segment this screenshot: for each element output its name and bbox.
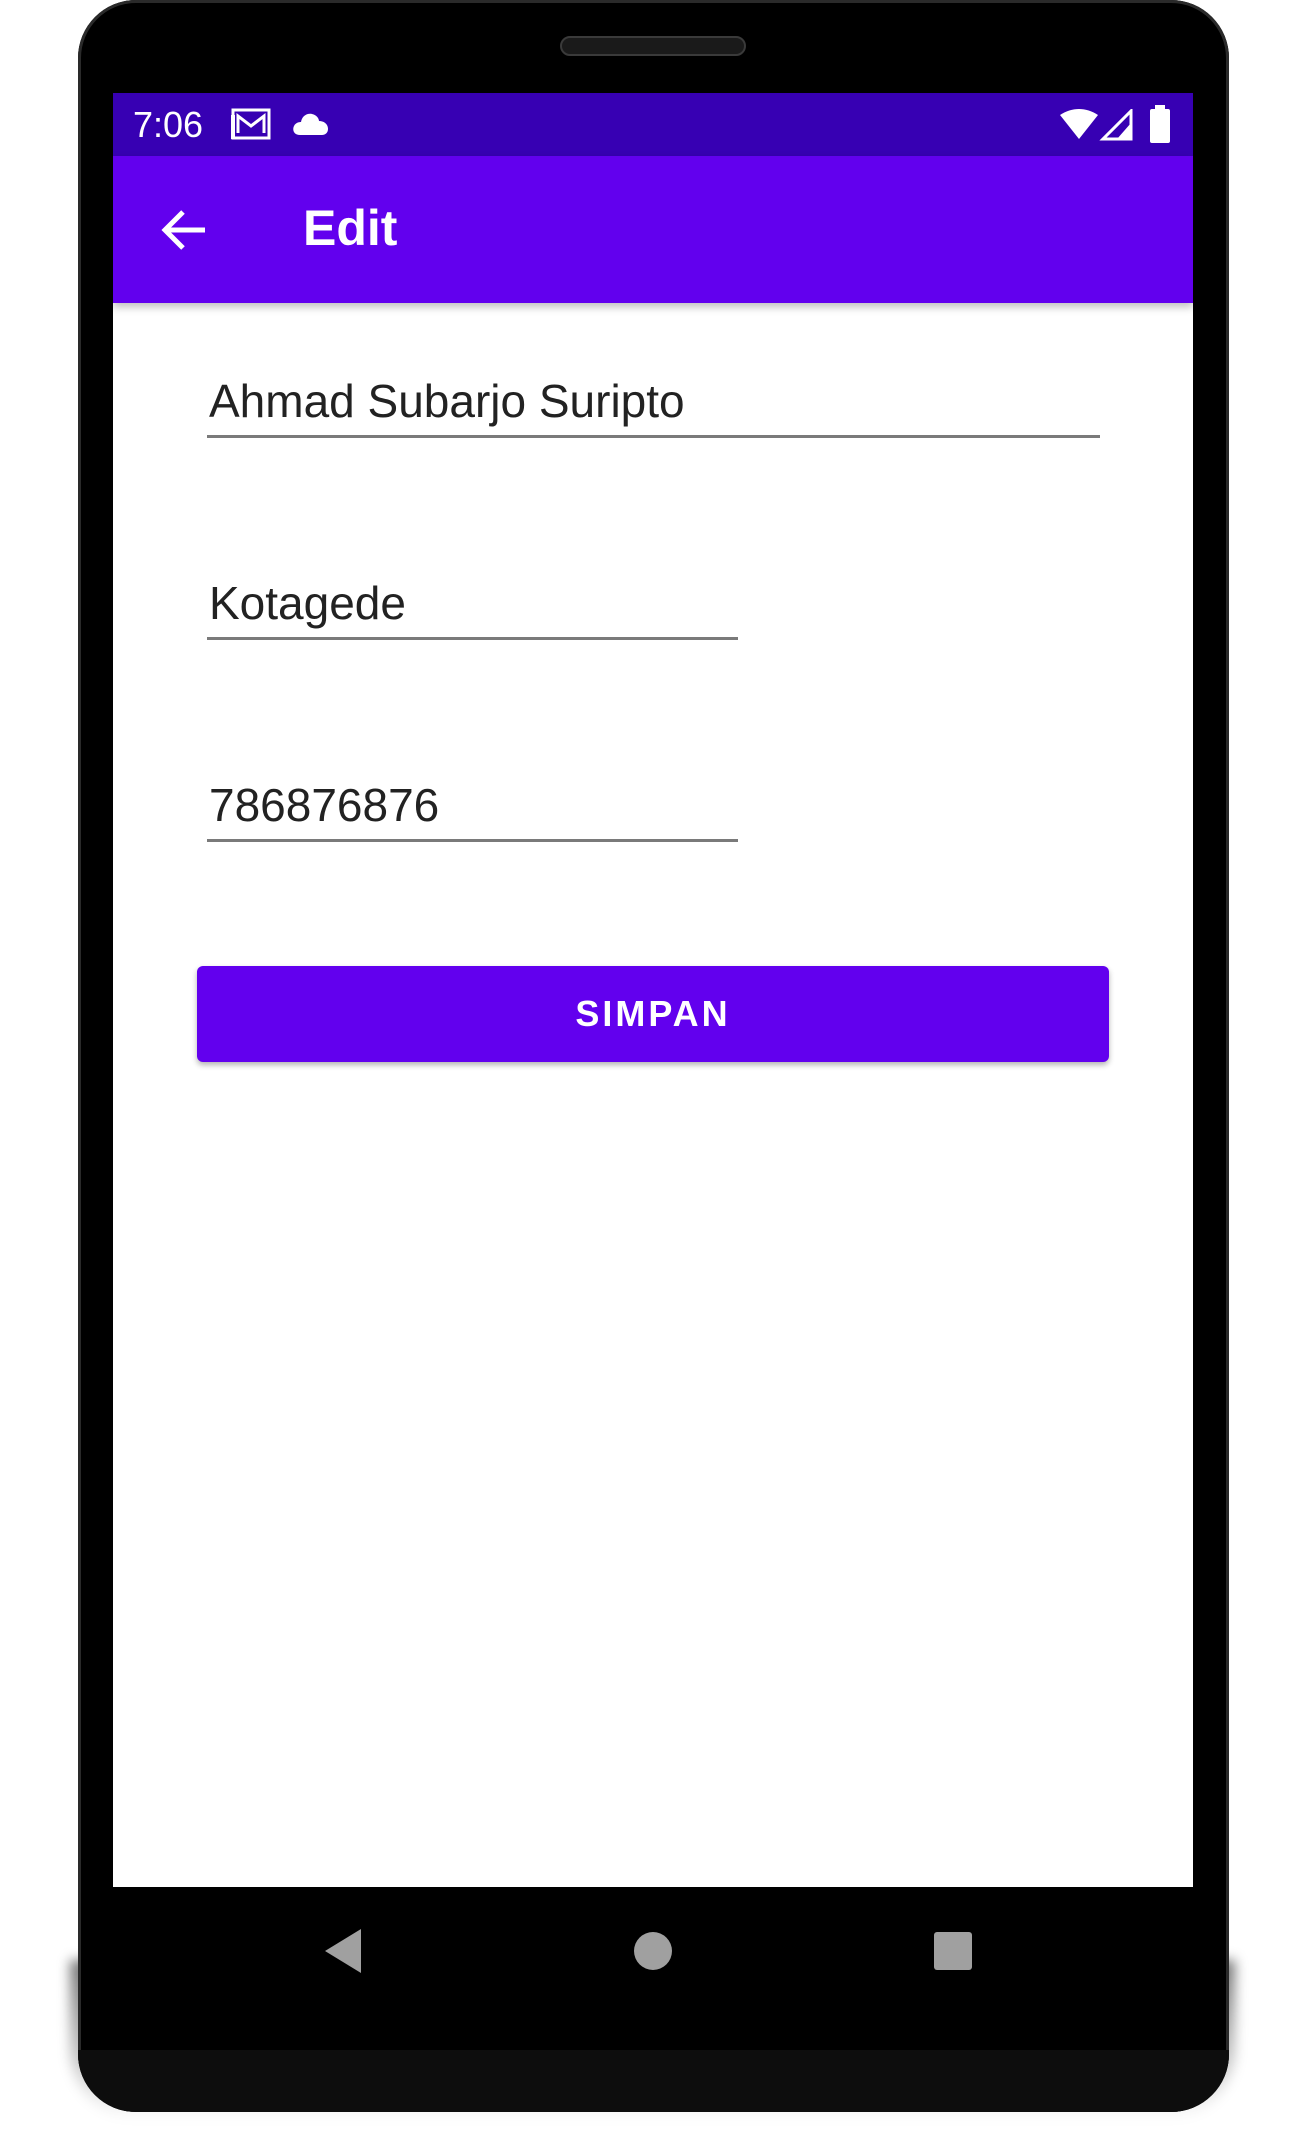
status-time: 7:06 <box>133 104 204 145</box>
status-bar: 7:06 <box>113 93 1193 156</box>
device-frame-stage: 7:06 Edit Ahmad Subarjo Suripto Kotagede… <box>0 0 1305 2130</box>
recents-square-icon[interactable] <box>923 1921 983 1981</box>
wifi-icon <box>1059 109 1099 146</box>
back-triangle-icon[interactable] <box>313 1921 373 1981</box>
gmail-icon <box>231 107 271 146</box>
app-screen: 7:06 Edit Ahmad Subarjo Suripto Kotagede… <box>113 93 1193 1887</box>
page-title: Edit <box>303 200 398 256</box>
app-toolbar: Edit <box>113 156 1193 303</box>
save-button[interactable]: SIMPAN <box>197 966 1109 1062</box>
earpiece-speaker <box>560 36 746 56</box>
home-circle-icon[interactable] <box>623 1921 683 1981</box>
phone-chin <box>78 2050 1229 2112</box>
cloud-icon <box>291 111 329 142</box>
signal-icon <box>1099 107 1133 146</box>
address-field[interactable]: Kotagede <box>207 575 738 640</box>
name-field[interactable]: Ahmad Subarjo Suripto <box>207 373 1100 438</box>
phone-field[interactable]: 786876876 <box>207 777 738 842</box>
arrow-back-icon[interactable] <box>157 202 213 258</box>
system-navigation-bar <box>113 1887 1193 2017</box>
battery-icon <box>1149 105 1171 148</box>
